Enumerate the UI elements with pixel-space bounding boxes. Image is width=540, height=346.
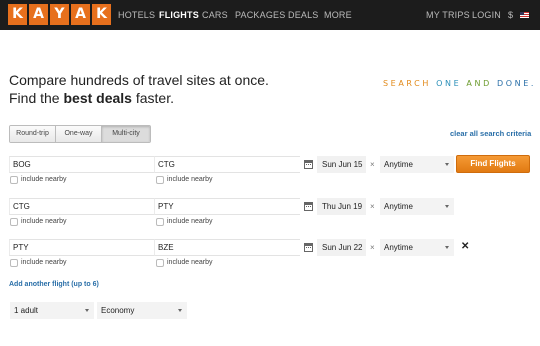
include-nearby-checkbox[interactable] <box>156 218 164 226</box>
remove-flight-icon[interactable]: ✕ <box>461 240 469 254</box>
include-nearby-label: include nearby <box>167 176 213 183</box>
tagline: SEARCH ONE AND DONE. <box>383 79 536 88</box>
logo-letter: K <box>92 4 111 25</box>
time-select[interactable]: Anytime <box>380 239 454 256</box>
logo-letter: A <box>29 4 48 25</box>
top-nav-bar: K A Y A K HOTELS FLIGHTS CARS PACKAGES D… <box>0 0 540 30</box>
add-flight-link[interactable]: Add another flight (up to 6) <box>9 281 99 288</box>
include-nearby-label: include nearby <box>21 259 67 266</box>
chevron-down-icon <box>178 309 182 312</box>
include-nearby-checkbox[interactable] <box>10 218 18 226</box>
time-select-value: Anytime <box>384 202 413 211</box>
separator-x: × <box>370 160 375 169</box>
include-nearby-label: include nearby <box>21 176 67 183</box>
calendar-icon[interactable] <box>304 202 313 211</box>
logo-letter: Y <box>50 4 69 25</box>
tagline-word: DONE. <box>497 79 537 88</box>
hero-headline: Compare hundreds of travel sites at once… <box>9 72 269 88</box>
separator-x: × <box>370 202 375 211</box>
cabin-class-select[interactable]: Economy <box>97 302 187 319</box>
date-input[interactable]: Sun Jun 15 <box>317 156 366 173</box>
include-nearby-label: include nearby <box>167 218 213 225</box>
nav-deals[interactable]: DEALS <box>288 0 319 30</box>
chevron-down-icon <box>445 246 449 249</box>
logo-letter: A <box>71 4 90 25</box>
travelers-select[interactable]: 1 adult <box>10 302 94 319</box>
destination-input[interactable]: PTY <box>154 198 300 215</box>
origin-input[interactable]: PTY <box>9 239 154 256</box>
tagline-word: ONE <box>436 79 462 88</box>
currency-selector[interactable]: $ <box>508 0 513 30</box>
tagline-word: AND <box>466 79 492 88</box>
tab-round-trip[interactable]: Round-trip <box>10 126 56 142</box>
include-nearby-label: include nearby <box>167 259 213 266</box>
kayak-logo[interactable]: K A Y A K <box>8 4 111 25</box>
us-flag-icon[interactable] <box>520 12 529 18</box>
origin-input[interactable]: CTG <box>9 198 154 215</box>
chevron-down-icon <box>445 163 449 166</box>
destination-input[interactable]: BZE <box>154 239 300 256</box>
tagline-word: SEARCH <box>383 79 431 88</box>
tab-multi-city[interactable]: Multi-city <box>102 126 150 142</box>
hero-subheadline: Find the best deals faster. <box>9 90 174 106</box>
nav-packages[interactable]: PACKAGES <box>235 0 285 30</box>
origin-input[interactable]: BOG <box>9 156 154 173</box>
hero-bold-text: best deals <box>63 90 132 106</box>
nav-hotels[interactable]: HOTELS <box>118 0 155 30</box>
include-nearby-checkbox[interactable] <box>156 176 164 184</box>
nav-cars[interactable]: CARS <box>202 0 228 30</box>
chevron-down-icon <box>85 309 89 312</box>
include-nearby-label: include nearby <box>21 218 67 225</box>
time-select[interactable]: Anytime <box>380 198 454 215</box>
chevron-down-icon <box>445 205 449 208</box>
time-select-value: Anytime <box>384 160 413 169</box>
clear-search-link[interactable]: clear all search criteria <box>450 129 531 138</box>
trip-type-tabs: Round-trip One-way Multi-city <box>9 125 151 143</box>
time-select-value: Anytime <box>384 243 413 252</box>
time-select[interactable]: Anytime <box>380 156 454 173</box>
include-nearby-checkbox[interactable] <box>10 259 18 267</box>
nav-flights[interactable]: FLIGHTS <box>159 0 199 30</box>
nav-my-trips[interactable]: MY TRIPS <box>426 0 470 30</box>
hero-text: faster. <box>131 90 174 106</box>
separator-x: × <box>370 243 375 252</box>
date-input[interactable]: Thu Jun 19 <box>317 198 366 215</box>
include-nearby-checkbox[interactable] <box>156 259 164 267</box>
include-nearby-checkbox[interactable] <box>10 176 18 184</box>
calendar-icon[interactable] <box>304 160 313 169</box>
cabin-class-value: Economy <box>101 306 135 315</box>
date-input[interactable]: Sun Jun 22 <box>317 239 366 256</box>
nav-more[interactable]: MORE <box>324 0 352 30</box>
tab-one-way[interactable]: One-way <box>56 126 102 142</box>
nav-login[interactable]: LOGIN <box>472 0 501 30</box>
logo-letter: K <box>8 4 27 25</box>
hero-text: Find the <box>9 90 64 106</box>
travelers-value: 1 adult <box>14 306 39 315</box>
find-flights-button[interactable]: Find Flights <box>456 155 530 173</box>
destination-input[interactable]: CTG <box>154 156 300 173</box>
calendar-icon[interactable] <box>304 243 313 252</box>
